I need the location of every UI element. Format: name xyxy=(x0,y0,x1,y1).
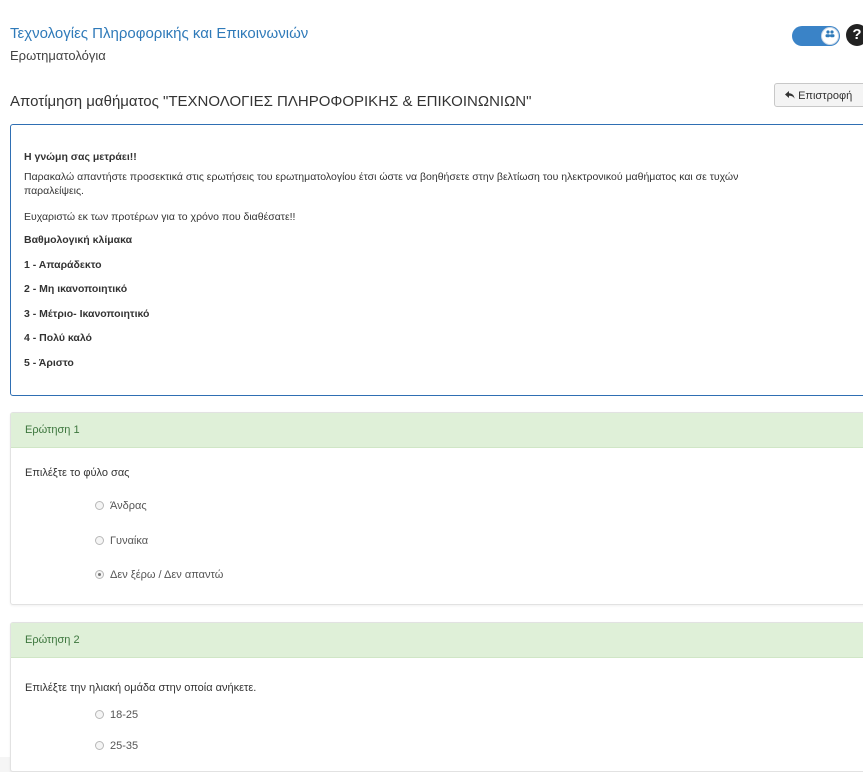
question-2-option-2[interactable]: 25-35 xyxy=(95,740,138,752)
question-1-card: Ερώτηση 1 Επιλέξτε το φύλο σας Άνδρας Γυ… xyxy=(10,412,863,605)
radio-button[interactable] xyxy=(95,710,104,719)
question-1-header-label: Ερώτηση 1 xyxy=(25,424,80,436)
radio-button[interactable] xyxy=(95,741,104,750)
question-2-text: Επιλέξτε την ηλιακή ομάδα στην οποία ανή… xyxy=(25,682,257,694)
question-1-option-3[interactable]: Δεν ξέρω / Δεν απαντώ xyxy=(95,569,223,581)
scale-item-4: 4 - Πολύ καλό xyxy=(24,332,92,344)
radio-button[interactable] xyxy=(95,536,104,545)
scale-item-3: 3 - Μέτριο- Ικανοποιητικό xyxy=(24,308,150,320)
question-2-card: Ερώτηση 2 Επιλέξτε την ηλιακή ομάδα στην… xyxy=(10,622,863,772)
question-1-option-1[interactable]: Άνδρας xyxy=(95,500,147,512)
question-2-option-1[interactable]: 18-25 xyxy=(95,709,138,721)
scale-title: Βαθμολογική κλίμακα xyxy=(24,234,133,246)
back-button[interactable]: Επιστροφή xyxy=(774,83,863,107)
question-1-text: Επιλέξτε το φύλο σας xyxy=(25,467,130,479)
intro-title: Η γνώμη σας μετράει!! xyxy=(24,151,137,163)
student-view-toggle[interactable] xyxy=(792,26,840,46)
option-label: Γυναίκα xyxy=(110,535,149,547)
question-1-option-2[interactable]: Γυναίκα xyxy=(95,535,148,547)
intro-text-line-1: Παρακαλώ απαντήστε προσεκτικά στις ερωτή… xyxy=(24,171,739,183)
course-title-link[interactable]: Τεχνολογίες Πληροφορικής και Επικοινωνιώ… xyxy=(10,25,308,42)
users-icon xyxy=(821,27,839,45)
scale-item-1: 1 - Απαράδεκτο xyxy=(24,259,102,271)
option-label: 18-25 xyxy=(110,709,139,721)
question-1-header: Ερώτηση 1 xyxy=(11,413,863,448)
help-icon[interactable]: ? xyxy=(846,24,863,46)
users-icon-glyph xyxy=(825,30,835,38)
radio-button[interactable] xyxy=(95,501,104,510)
page-heading: Αποτίμηση μαθήματος "ΤΕΧΝΟΛΟΓΙΕΣ ΠΛΗΡΟΦΟ… xyxy=(10,93,532,110)
option-label: Δεν ξέρω / Δεν απαντώ xyxy=(110,569,224,581)
intro-panel: Η γνώμη σας μετράει!! Παρακαλώ απαντήστε… xyxy=(10,124,863,396)
back-button-label: Επιστροφή xyxy=(798,90,853,102)
module-name: Ερωτηματολόγια xyxy=(10,48,106,63)
option-label: 25-35 xyxy=(110,740,139,752)
scale-item-2: 2 - Μη ικανοποιητικό xyxy=(24,283,128,295)
intro-text-line-2: παραλείψεις. xyxy=(24,185,84,197)
intro-thanks: Ευχαριστώ εκ των προτέρων για το χρόνο π… xyxy=(24,211,296,223)
question-2-header: Ερώτηση 2 xyxy=(11,623,863,658)
option-label: Άνδρας xyxy=(110,500,147,512)
question-2-header-label: Ερώτηση 2 xyxy=(25,634,80,646)
questionnaire-page: Τεχνολογίες Πληροφορικής και Επικοινωνιώ… xyxy=(0,0,863,772)
radio-button-selected[interactable] xyxy=(95,570,104,579)
scale-item-5: 5 - Άριστο xyxy=(24,357,74,369)
reply-arrow-icon xyxy=(785,90,798,102)
